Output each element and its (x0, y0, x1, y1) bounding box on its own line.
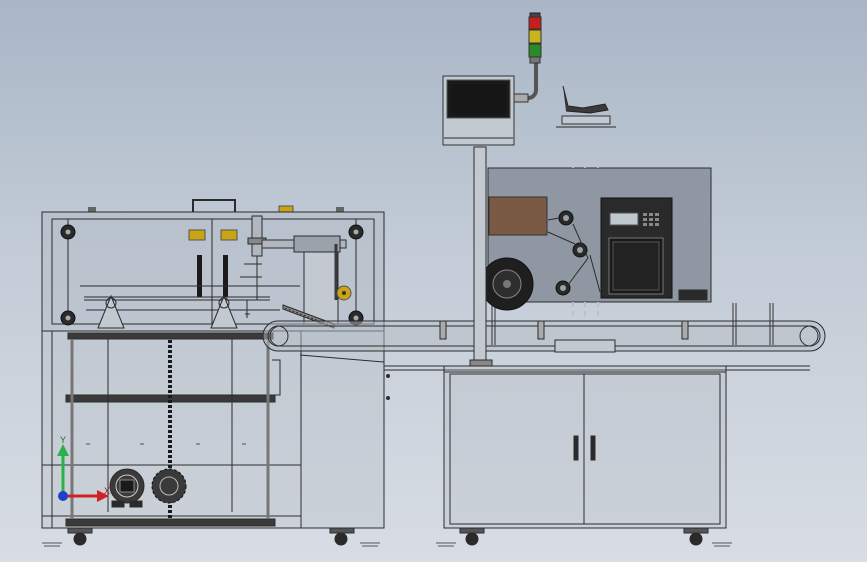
indicator-right (220, 229, 238, 241)
shelf-1 (67, 332, 274, 340)
machine-assembly-drawing[interactable]: Y X (0, 0, 867, 562)
top-knob (278, 205, 294, 213)
cabinet-handle-right[interactable] (590, 435, 596, 461)
left-wrapping-machine (41, 199, 385, 529)
base-cabinet (443, 365, 727, 529)
screen-pole (473, 146, 487, 367)
right-labeling-machine (442, 12, 727, 529)
cabinet-handle-left[interactable] (573, 435, 579, 461)
rewind-drum (480, 257, 534, 311)
adjust-handwheel[interactable] (556, 85, 616, 128)
cad-viewport[interactable]: Y X (0, 0, 867, 562)
shelf-3 (65, 518, 276, 527)
label-roll-stock (488, 196, 548, 236)
printer-unit (600, 197, 673, 299)
y-axis-label: Y (60, 435, 66, 445)
top-handle (192, 199, 236, 212)
right-feet (436, 527, 732, 547)
screen-arm (514, 62, 538, 100)
signal-tower-light (528, 12, 542, 64)
indicator-left (188, 229, 206, 241)
x-axis-label: X (104, 486, 110, 496)
lower-cabinet (41, 330, 385, 529)
left-feet (42, 527, 380, 547)
touch-screen-panel[interactable] (442, 75, 515, 146)
